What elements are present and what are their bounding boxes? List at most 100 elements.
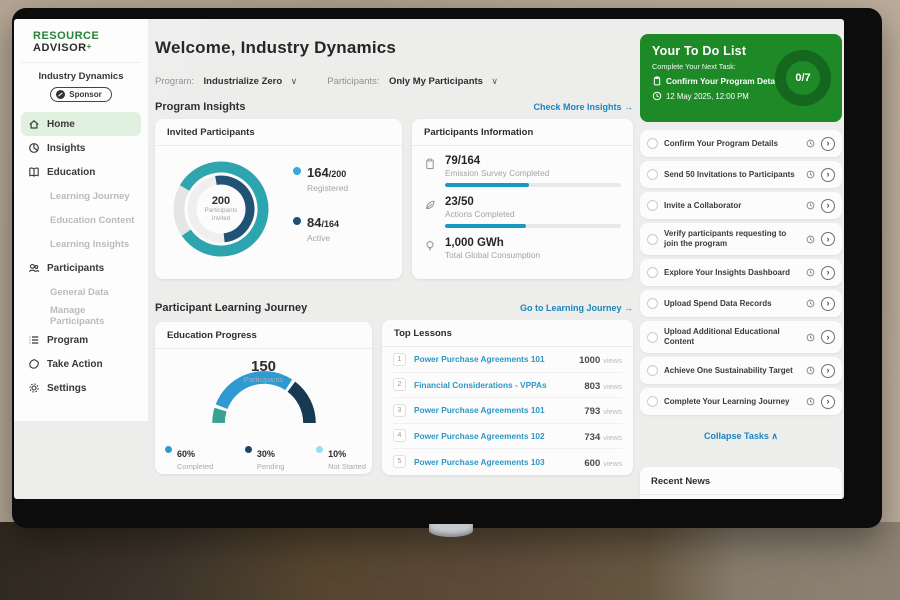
todo-panel: Your To Do List Complete Your Next Task:… xyxy=(640,34,842,122)
home-icon xyxy=(28,118,40,130)
lesson-link[interactable]: Power Purchase Agreements 103 xyxy=(414,457,576,467)
task-go-button[interactable]: › xyxy=(821,395,835,409)
info-label: Actions Completed xyxy=(445,209,621,219)
task-checkbox[interactable] xyxy=(647,234,658,245)
app-logo: RESOURCE ADVISOR+ xyxy=(20,19,142,63)
task-go-button[interactable]: › xyxy=(821,137,835,151)
lesson-row: 1 Power Purchase Agreements 101 1000view… xyxy=(393,347,622,373)
sidebar-item-label: Program xyxy=(47,335,88,346)
task-row[interactable]: Verify participants requesting to join t… xyxy=(640,223,842,255)
sidebar-item-program[interactable]: Program xyxy=(21,328,141,352)
task-go-button[interactable]: › xyxy=(821,266,835,280)
program-filter[interactable]: Program: Industrialize Zero ∨ xyxy=(155,71,297,89)
task-checkbox[interactable] xyxy=(647,169,658,180)
lesson-link[interactable]: Power Purchase Agreements 101 xyxy=(414,354,571,364)
arrow-right-icon: → xyxy=(624,303,633,313)
progress-bar xyxy=(445,183,621,187)
chevron-down-icon: ∨ xyxy=(291,76,298,86)
go-to-learning-journey-link[interactable]: Go to Learning Journey → xyxy=(520,303,633,313)
task-row[interactable]: Explore Your Insights Dashboard › xyxy=(640,259,842,286)
list-icon xyxy=(28,334,40,346)
task-go-button[interactable]: › xyxy=(821,232,835,246)
task-checkbox[interactable] xyxy=(647,365,658,376)
sidebar-item-learning-insights[interactable]: Learning Insights xyxy=(21,232,141,256)
sidebar: RESOURCE ADVISOR+ Industry Dynamics Spon… xyxy=(14,19,148,421)
sidebar-item-education-content[interactable]: Education Content xyxy=(21,208,141,232)
sidebar-item-participants[interactable]: Participants xyxy=(21,256,141,280)
task-row[interactable]: Achieve One Sustainability Target › xyxy=(640,357,842,384)
sidebar-item-learning-journey[interactable]: Learning Journey xyxy=(21,184,141,208)
clock-icon xyxy=(806,201,815,210)
rank-badge: 3 xyxy=(393,404,406,417)
legend-dot xyxy=(293,217,301,225)
recent-news-title: Recent News xyxy=(640,467,842,495)
sidebar-item-home[interactable]: Home xyxy=(21,112,141,136)
rank-badge: 1 xyxy=(393,353,406,366)
info-value: 23/50 xyxy=(445,196,621,208)
info-row-consumption: 1,000 GWh Total Global Consumption xyxy=(412,228,633,260)
task-row[interactable]: Upload Additional Educational Content › xyxy=(640,321,842,353)
task-row[interactable]: Upload Spend Data Records › xyxy=(640,290,842,317)
sidebar-item-insights[interactable]: Insights xyxy=(21,136,141,160)
task-go-button[interactable]: › xyxy=(821,330,835,344)
legend-dot xyxy=(316,446,323,453)
task-checkbox[interactable] xyxy=(647,200,658,211)
lesson-link[interactable]: Power Purchase Agreements 101 xyxy=(414,405,576,415)
check-more-insights-link[interactable]: Check More Insights → xyxy=(533,102,633,112)
clipboard-icon xyxy=(652,76,662,86)
task-checkbox[interactable] xyxy=(647,332,658,343)
legend-dot xyxy=(165,446,172,453)
task-label: Confirm Your Program Details xyxy=(664,139,800,149)
task-row[interactable]: Send 50 Invitations to Participants › xyxy=(640,161,842,188)
task-go-button[interactable]: › xyxy=(821,199,835,213)
task-checkbox[interactable] xyxy=(647,138,658,149)
sidebar-item-label: Education Content xyxy=(50,215,134,226)
sidebar-item-education[interactable]: Education xyxy=(21,160,141,184)
task-row[interactable]: Confirm Your Program Details › xyxy=(640,130,842,157)
legend-active: 84/164 Active xyxy=(293,214,339,243)
card-title: Education Progress xyxy=(155,322,372,349)
collapse-tasks-link[interactable]: Collapse Tasks ∧ xyxy=(640,431,842,442)
lesson-link[interactable]: Financial Considerations - VPPAs xyxy=(414,380,576,390)
info-row-emission-survey: 79/164 Emission Survey Completed xyxy=(412,146,633,187)
sidebar-item-take-action[interactable]: Take Action xyxy=(21,352,141,376)
task-go-button[interactable]: › xyxy=(821,168,835,182)
clock-icon xyxy=(806,299,815,308)
invited-donut-chart: 200 ParticipantsInvited xyxy=(169,157,273,261)
sidebar-item-label: Home xyxy=(47,119,75,130)
legend-dot xyxy=(293,167,301,175)
legend-registered: 164/200 Registered xyxy=(293,164,348,193)
task-go-button[interactable]: › xyxy=(821,297,835,311)
task-row[interactable]: Invite a Collaborator › xyxy=(640,192,842,219)
leaf-icon xyxy=(424,196,437,228)
section-title: Program Insights xyxy=(155,101,245,113)
task-label: Send 50 Invitations to Participants xyxy=(664,170,800,180)
sidebar-item-label: Education xyxy=(47,167,95,178)
info-value: 79/164 xyxy=(445,155,621,167)
participants-icon xyxy=(28,262,40,274)
clipboard-icon xyxy=(424,155,437,187)
lesson-row: 3 Power Purchase Agreements 101 793views xyxy=(393,398,622,424)
monitor-stand xyxy=(429,524,473,537)
task-go-button[interactable]: › xyxy=(821,364,835,378)
logo-secondary: ADVISOR xyxy=(33,42,87,54)
task-checkbox[interactable] xyxy=(647,298,658,309)
info-label: Emission Survey Completed xyxy=(445,168,621,178)
card-title: Top Lessons xyxy=(382,320,633,347)
clock-icon xyxy=(806,366,815,375)
task-row[interactable]: Complete Your Learning Journey › xyxy=(640,388,842,415)
participants-filter[interactable]: Participants: Only My Participants ∨ xyxy=(327,71,498,89)
sidebar-item-label: Participants xyxy=(47,263,104,274)
task-checkbox[interactable] xyxy=(647,267,658,278)
take-action-icon xyxy=(28,358,40,370)
lesson-link[interactable]: Power Purchase Agreements 102 xyxy=(414,431,576,441)
task-checkbox[interactable] xyxy=(647,396,658,407)
clock-icon xyxy=(806,268,815,277)
sidebar-item-general-data[interactable]: General Data xyxy=(21,280,141,304)
sidebar-item-settings[interactable]: Settings xyxy=(21,376,141,400)
sidebar-item-manage-participants[interactable]: Manage Participants xyxy=(21,304,141,328)
todo-progress-ring: 0/7 xyxy=(775,50,831,106)
filter-bar: Program: Industrialize Zero ∨ Participan… xyxy=(155,71,498,89)
sidebar-item-label: Learning Journey xyxy=(50,191,130,202)
top-lessons-card: Top Lessons 1 Power Purchase Agreements … xyxy=(382,320,633,475)
